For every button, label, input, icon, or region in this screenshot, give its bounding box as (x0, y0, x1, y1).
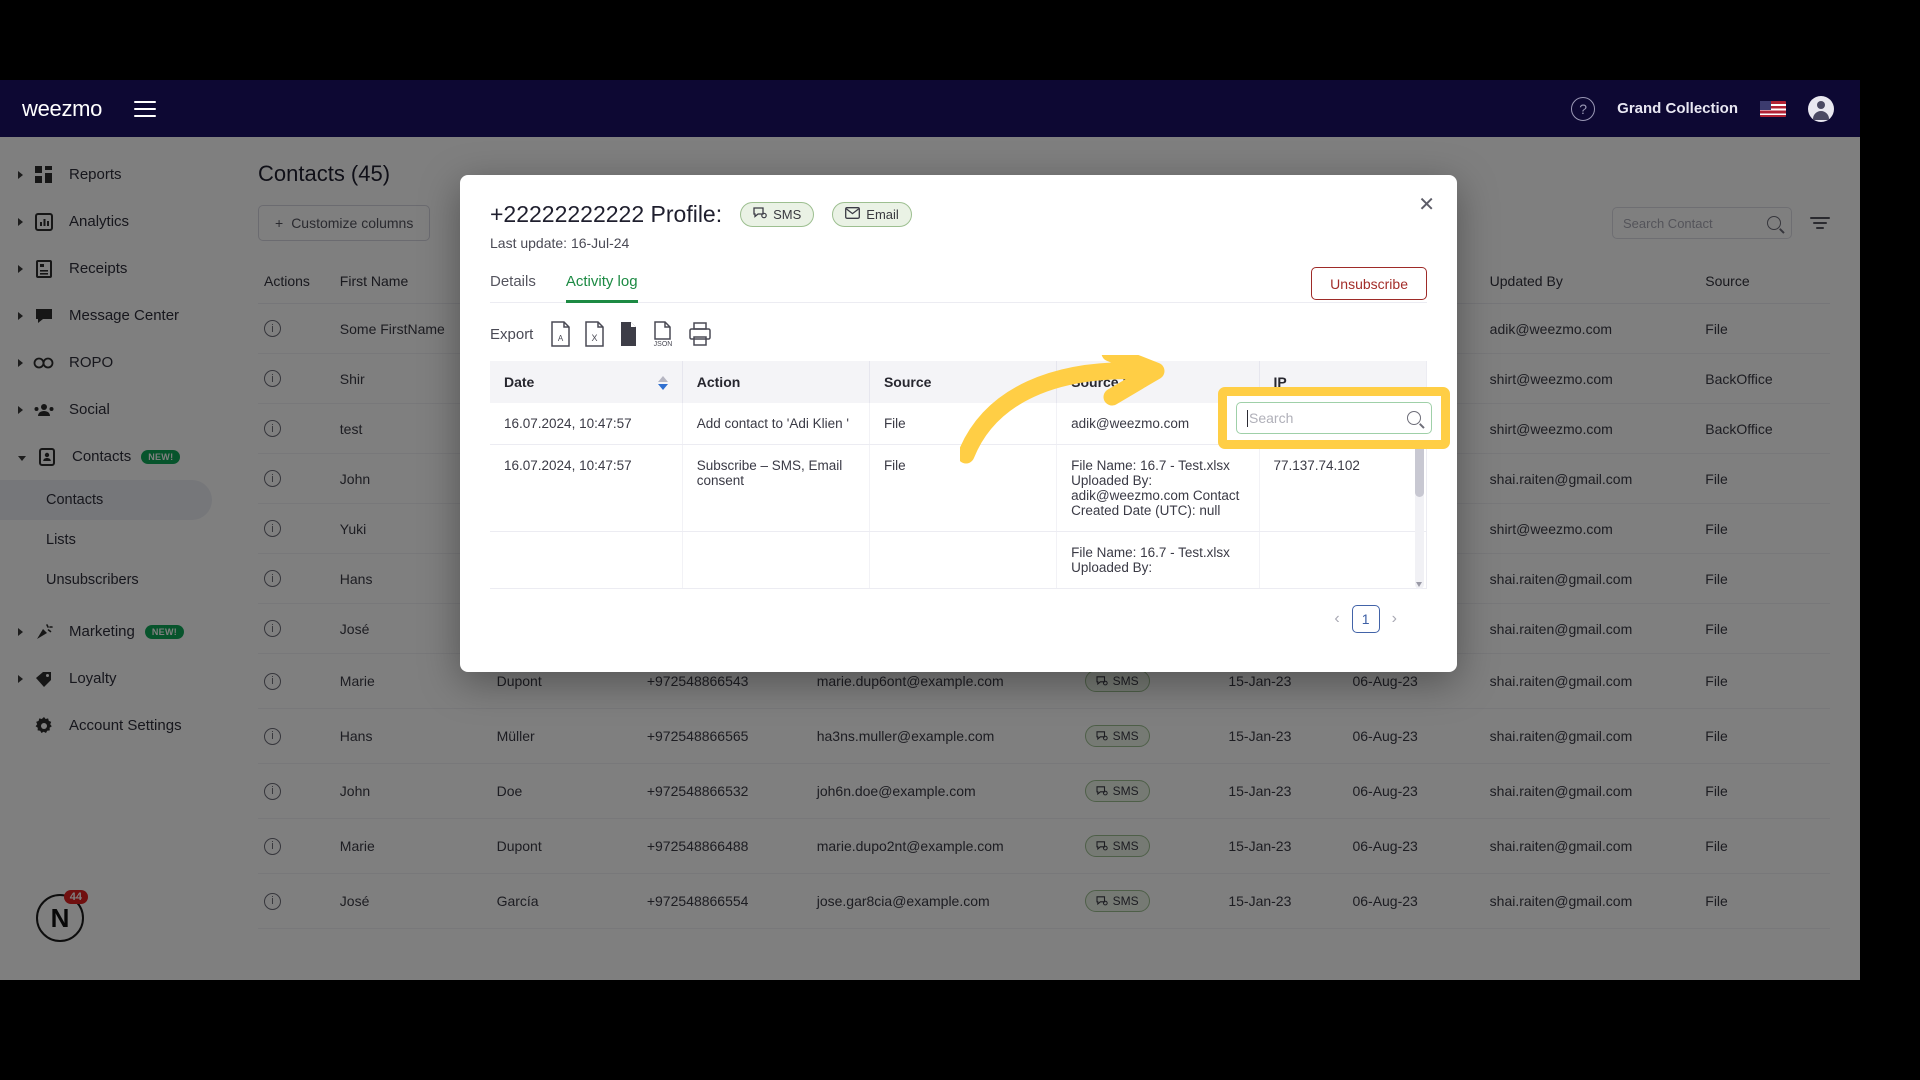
activity-row[interactable]: 16.07.2024, 10:47:57 Subscribe – SMS, Ema… (490, 444, 1426, 532)
activity-search-input[interactable]: Search (1236, 402, 1432, 434)
account-name[interactable]: Grand Collection (1617, 100, 1738, 117)
excel-export-icon[interactable]: X (584, 321, 605, 347)
prev-page-button[interactable]: ‹ (1334, 610, 1339, 628)
activity-cell-date (490, 531, 683, 589)
pdf-export-icon[interactable]: A (550, 321, 571, 347)
activity-cell-source-info: File Name: 16.7 - Test.xlsx Uploaded By:… (1056, 444, 1260, 532)
svg-text:JSON: JSON (654, 341, 673, 347)
activity-pagination: ‹ 1 › (490, 605, 1427, 633)
hamburger-icon[interactable] (134, 100, 157, 117)
modal-tabs: Details Activity log (490, 273, 1427, 303)
json-export-icon[interactable]: JSON (652, 321, 675, 347)
text-cursor (1247, 409, 1248, 427)
close-icon[interactable]: ✕ (1418, 195, 1435, 215)
activity-cell-ip (1259, 531, 1426, 589)
activity-column-date-label: Date (504, 374, 535, 390)
modal-title: +22222222222 Profile: (490, 201, 723, 227)
sms-icon (753, 207, 767, 222)
activity-cell-source: File (869, 403, 1058, 445)
activity-cell-source: File (869, 444, 1058, 532)
scroll-down-icon[interactable] (1416, 582, 1422, 587)
activity-cell-action (682, 531, 870, 589)
activity-cell-action: Add contact to 'Adi Klien ' (682, 403, 870, 445)
app-logo[interactable]: weezmo (22, 96, 102, 122)
sms-channel-chip: SMS (740, 202, 815, 227)
navbar-right-group: ? Grand Collection (1571, 95, 1834, 122)
activity-row[interactable]: File Name: 16.7 - Test.xlsx Uploaded By: (490, 531, 1426, 589)
activity-search-placeholder: Search (1249, 410, 1294, 426)
user-avatar-icon[interactable] (1808, 95, 1834, 122)
activity-cell-date: 16.07.2024, 10:47:57 (490, 444, 683, 532)
print-icon[interactable] (688, 321, 712, 347)
export-toolbar: Export A X JSON (490, 321, 1427, 347)
page-viewport: Reports Analytics Receipts (0, 80, 1860, 980)
top-navbar: weezmo ? Grand Collection (0, 80, 1860, 137)
modal-header: +22222222222 Profile: SMS Email (490, 201, 1427, 228)
svg-text:A: A (558, 334, 564, 343)
activity-column-date[interactable]: Date (490, 361, 683, 403)
svg-text:X: X (592, 333, 598, 343)
activity-cell-ip: 77.137.74.102 (1259, 444, 1426, 532)
activity-column-source[interactable]: Source (869, 361, 1058, 403)
tab-details[interactable]: Details (490, 273, 536, 303)
tab-activity-log[interactable]: Activity log (565, 273, 638, 303)
sort-icon[interactable] (657, 376, 668, 390)
search-highlight-box: Search (1218, 387, 1450, 449)
unsubscribe-button[interactable]: Unsubscribe (1311, 267, 1427, 300)
page-number-1[interactable]: 1 (1351, 605, 1380, 633)
email-channel-chip: Email (832, 202, 912, 227)
activity-cell-date: 16.07.2024, 10:47:57 (490, 403, 683, 445)
sms-chip-label: SMS (773, 207, 802, 222)
activity-cell-action: Subscribe – SMS, Email consent (682, 444, 870, 532)
activity-cell-source (869, 531, 1058, 589)
search-icon[interactable] (1407, 411, 1421, 425)
screen-root: weezmo ? Grand Collection Reports (0, 0, 1920, 1080)
export-label: Export (490, 325, 534, 343)
last-update-text: Last update: 16-Jul-24 (490, 235, 630, 251)
envelope-icon (845, 207, 861, 222)
activity-cell-source-info: File Name: 16.7 - Test.xlsx Uploaded By: (1056, 531, 1260, 589)
email-chip-label: Email (866, 207, 899, 222)
us-flag-icon[interactable] (1760, 100, 1786, 117)
activity-column-action[interactable]: Action (682, 361, 870, 403)
csv-export-icon[interactable] (618, 321, 639, 347)
next-page-button[interactable]: › (1392, 610, 1397, 628)
help-icon[interactable]: ? (1571, 96, 1596, 121)
